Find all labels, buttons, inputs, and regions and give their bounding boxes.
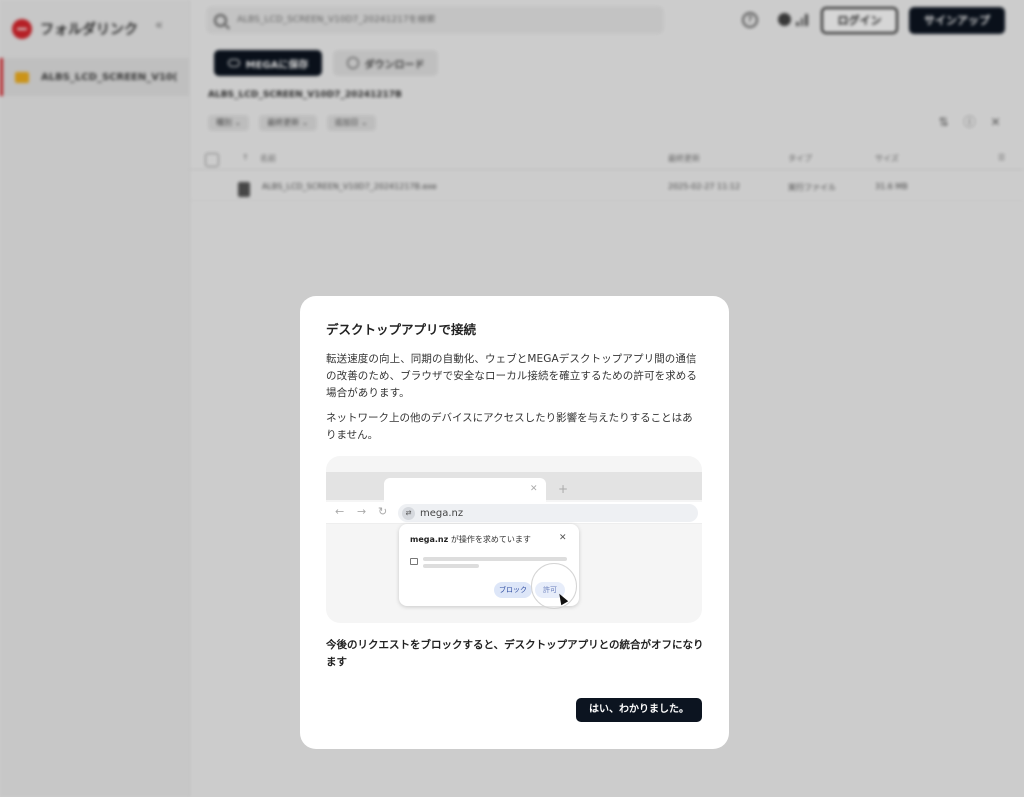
forward-arrow-icon: → <box>357 505 367 518</box>
dialog-paragraph-1: 転送速度の向上、同期の自動化、ウェブとMEGAデスクトップアプリ間の通信の改善の… <box>326 353 697 399</box>
popup-close-icon: ✕ <box>559 533 567 543</box>
placeholder-line <box>423 557 567 561</box>
reload-icon: ↻ <box>378 505 388 518</box>
browser-permission-illustration: ✕ + ← → ↻ ⇄ mega.nz mega.nz が操作を求めています ✕… <box>326 456 702 623</box>
back-arrow-icon: ← <box>335 505 345 518</box>
tab-close-icon: ✕ <box>530 484 538 494</box>
url-text: mega.nz <box>420 507 464 519</box>
popup-text: が操作を求めています <box>448 535 531 544</box>
placeholder-line <box>423 564 479 568</box>
popup-domain: mega.nz <box>410 535 449 544</box>
browser-url-bar: ⇄ mega.nz <box>398 504 698 522</box>
click-highlight-ring <box>531 563 577 609</box>
dialog-title: デスクトップアプリで接続 <box>326 322 477 337</box>
browser-tab <box>384 478 546 502</box>
block-button: ブロック <box>494 582 532 598</box>
popup-title: mega.nz が操作を求めています <box>410 534 531 545</box>
dialog-paragraph-2: ネットワーク上の他のデバイスにアクセスしたり影響を与えたりすることはありません。 <box>326 412 693 441</box>
device-icon <box>410 558 418 565</box>
desktop-app-connect-dialog: デスクトップアプリで接続 転送速度の向上、同期の自動化、ウェブとMEGAデスクト… <box>300 296 729 749</box>
ok-button[interactable]: はい、わかりました。 <box>576 698 702 722</box>
dialog-warning: 今後のリクエストをブロックすると、デスクトップアプリとの統合がオフになります <box>326 639 704 668</box>
site-settings-icon: ⇄ <box>402 506 415 520</box>
new-tab-icon: + <box>558 482 569 496</box>
